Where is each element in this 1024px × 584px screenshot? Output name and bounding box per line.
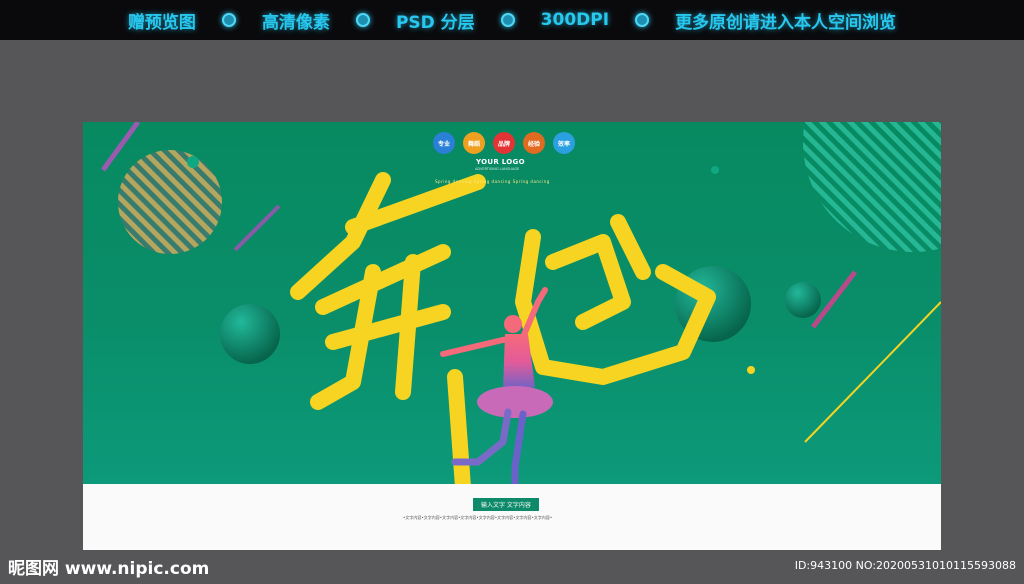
site-watermark: 昵图网 www.nipic.com bbox=[8, 559, 210, 579]
bullet-icon bbox=[221, 13, 236, 27]
banner-item-psd: PSD 分层 bbox=[395, 12, 475, 33]
dance-poster: 专业 舞蹈 品牌 经验 效率 YOUR LOGO ADVERTISING LAN… bbox=[83, 122, 941, 550]
input-text-label: 输入文字 文字内容 bbox=[473, 498, 539, 511]
bullet-icon bbox=[635, 13, 650, 27]
badge: 品牌 bbox=[493, 132, 515, 154]
banner-item-more: 更多原创请进入本人空间浏览 bbox=[675, 12, 897, 33]
bullet-icon bbox=[500, 13, 515, 27]
image-id: ID:943100 NO:20200531010115593088 bbox=[794, 559, 1016, 572]
badge: 舞蹈 bbox=[463, 132, 485, 154]
banner-item-preview: 赠预览图 bbox=[127, 12, 196, 33]
bottom-small-text: •文字内容•文字内容•文字内容•文字内容•文字内容•文字内容•文字内容•文字内容… bbox=[403, 515, 553, 520]
badge: 经验 bbox=[523, 132, 545, 154]
badge: 专业 bbox=[433, 132, 455, 154]
bullet-icon bbox=[355, 13, 370, 27]
tagline: Spring dancing Spring dancing Spring dan… bbox=[435, 179, 550, 184]
logo-subtitle: ADVERTISING LANGUAGE bbox=[475, 167, 520, 171]
badge-row: 专业 舞蹈 品牌 经验 效率 bbox=[433, 132, 575, 154]
banner-item-hd: 高清像素 bbox=[261, 12, 330, 33]
banner-item-dpi: 300DPI bbox=[540, 10, 610, 30]
badge: 效率 bbox=[553, 132, 575, 154]
header-banner: 赠预览图 高清像素 PSD 分层 300DPI 更多原创请进入本人空间浏览 bbox=[0, 0, 1024, 40]
logo-text: YOUR LOGO bbox=[476, 158, 525, 166]
